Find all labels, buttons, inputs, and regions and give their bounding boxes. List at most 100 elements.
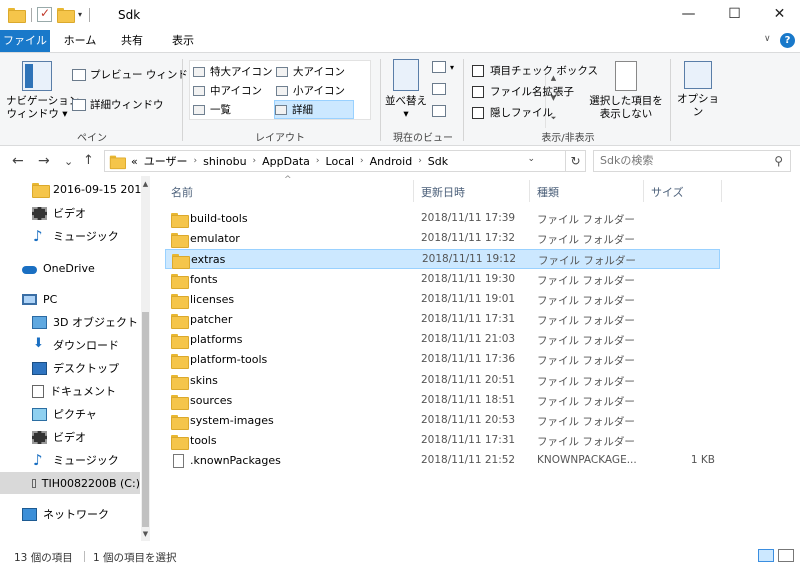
details-pane-button[interactable]: 詳細ウィンドウ	[72, 97, 164, 112]
breadcrumb-separator[interactable]: ›	[360, 156, 364, 166]
sidebar-item-drive-c[interactable]: TIH0082200B (C:)	[0, 472, 140, 494]
large-icons-view-toggle-icon[interactable]	[778, 549, 794, 562]
hide-selected-button[interactable]: 選択した項目を 表示しない	[588, 61, 664, 121]
breadcrumb-local[interactable]: Local	[326, 155, 355, 168]
file-extensions-toggle[interactable]: ファイル名拡張子	[472, 84, 574, 99]
breadcrumb-users[interactable]: ユーザー	[144, 153, 188, 169]
size-columns-button[interactable]	[432, 105, 450, 117]
properties-icon[interactable]	[37, 6, 52, 22]
file-row[interactable]: system-images 2018/11/11 20:53 ファイル フォルダー	[165, 411, 720, 431]
column-divider[interactable]	[721, 180, 722, 202]
file-extensions-checkbox[interactable]	[472, 85, 484, 98]
file-row[interactable]: tools 2018/11/11 17:31 ファイル フォルダー	[165, 431, 720, 451]
breadcrumb-sdk[interactable]: Sdk	[428, 155, 448, 168]
breadcrumb-appdata[interactable]: AppData	[262, 155, 310, 168]
layout-medium-icons[interactable]: 中アイコン	[193, 82, 273, 99]
column-divider[interactable]	[529, 180, 530, 202]
maximize-button[interactable]: ☐	[712, 0, 757, 28]
file-row[interactable]: fonts 2018/11/11 19:30 ファイル フォルダー	[165, 270, 720, 290]
sidebar-item-music[interactable]: ミュージック	[0, 225, 140, 247]
back-button[interactable]: ←	[12, 153, 24, 169]
file-row[interactable]: licenses 2018/11/11 19:01 ファイル フォルダー	[165, 290, 720, 310]
column-header-type[interactable]: 種類	[537, 184, 559, 200]
file-row[interactable]: sources 2018/11/11 18:51 ファイル フォルダー	[165, 391, 720, 411]
file-type: ファイル フォルダー	[537, 355, 635, 368]
scroll-up-arrow[interactable]: ▲	[141, 180, 150, 188]
sidebar-item-pc[interactable]: PC	[0, 288, 140, 310]
column-divider[interactable]	[413, 180, 414, 202]
collapse-ribbon-icon[interactable]: ∨	[764, 34, 771, 44]
group-by-button[interactable]: ▾	[432, 61, 454, 73]
sidebar-item-music-pc[interactable]: ミュージック	[0, 449, 140, 471]
file-row[interactable]: extras 2018/11/11 19:12 ファイル フォルダー	[165, 249, 720, 270]
tab-home[interactable]: ホーム	[56, 30, 104, 52]
hidden-items-checkbox[interactable]	[472, 106, 484, 119]
hidden-items-toggle[interactable]: 隠しファイル	[472, 105, 553, 120]
sidebar-item-videos-pc[interactable]: ビデオ	[0, 426, 140, 448]
layout-small-icons[interactable]: 小アイコン	[276, 82, 356, 99]
search-input[interactable]: Sdkの検索 ⚲	[593, 150, 791, 172]
add-columns-button[interactable]	[432, 83, 450, 95]
file-row[interactable]: emulator 2018/11/11 17:32 ファイル フォルダー	[165, 229, 720, 249]
sidebar-item-3d-objects[interactable]: 3D オブジェクト	[0, 311, 140, 333]
breadcrumb-shinobu[interactable]: shinobu	[203, 155, 246, 168]
up-button[interactable]: ↑	[83, 153, 94, 168]
folder-icon[interactable]	[8, 8, 26, 23]
sidebar-scrollbar-thumb[interactable]	[142, 312, 149, 527]
sidebar-item-label: OneDrive	[43, 261, 95, 275]
breadcrumb-separator[interactable]: ›	[253, 156, 257, 166]
file-row[interactable]: build-tools 2018/11/11 17:39 ファイル フォルダー	[165, 209, 720, 229]
file-row[interactable]: platform-tools 2018/11/11 17:36 ファイル フォルダー	[165, 350, 720, 370]
breadcrumb-separator[interactable]: ›	[194, 156, 198, 166]
sort-by-button[interactable]: 並べ替え ▾	[384, 59, 428, 121]
status-bar: 13 個の項目 1 個の項目を選択	[0, 543, 800, 567]
file-row[interactable]: platforms 2018/11/11 21:03 ファイル フォルダー	[165, 330, 720, 350]
magnifier-icon[interactable]: ⚲	[774, 151, 783, 171]
refresh-button[interactable]: ↻	[566, 150, 586, 172]
address-bar[interactable]: « ユーザー › shinobu › AppData › Local › And…	[104, 150, 566, 172]
new-folder-icon[interactable]	[57, 8, 75, 23]
tab-view[interactable]: 表示	[161, 30, 205, 52]
sidebar-item-downloads[interactable]: ダウンロード	[0, 334, 140, 356]
item-checkboxes-toggle[interactable]: 項目チェック ボックス	[472, 63, 598, 78]
column-header-date[interactable]: 更新日時	[421, 184, 465, 200]
file-row[interactable]: skins 2018/11/11 20:51 ファイル フォルダー	[165, 371, 720, 391]
sidebar-item-2016-09-15[interactable]: 2016-09-15 2016	[0, 178, 148, 200]
file-type: ファイル フォルダー	[537, 395, 635, 408]
tab-file[interactable]: ファイル	[0, 30, 50, 52]
customize-toolbar-dropdown[interactable]: ▾	[78, 10, 82, 19]
sidebar-item-network[interactable]: ネットワーク	[0, 503, 140, 525]
recent-locations-dropdown[interactable]: ⌄	[64, 155, 73, 168]
breadcrumb-separator[interactable]: ›	[418, 156, 422, 166]
help-icon[interactable]: ?	[780, 33, 795, 48]
file-row[interactable]: patcher 2018/11/11 17:31 ファイル フォルダー	[165, 310, 720, 330]
column-header-size[interactable]: サイズ	[651, 184, 684, 200]
scroll-down-arrow[interactable]: ▼	[141, 530, 150, 538]
sidebar-item-videos[interactable]: ビデオ	[0, 202, 140, 224]
navigation-pane-button[interactable]: ナビゲーション ウィンドウ ▾	[6, 61, 79, 121]
breadcrumb-separator[interactable]: ›	[316, 156, 320, 166]
minimize-button[interactable]: —	[666, 0, 711, 28]
sidebar-item-documents[interactable]: ドキュメント	[0, 380, 140, 402]
column-divider[interactable]	[643, 180, 644, 202]
layout-list[interactable]: 一覧	[193, 101, 273, 118]
forward-button[interactable]: →	[38, 153, 50, 169]
sidebar-item-desktop[interactable]: デスクトップ	[0, 357, 140, 379]
tab-share[interactable]: 共有	[110, 30, 154, 52]
layout-large-icons[interactable]: 大アイコン	[276, 63, 356, 80]
file-row[interactable]: .knownPackages 2018/11/11 21:52 KNOWNPACKA…	[165, 451, 720, 471]
layout-extra-large-icons[interactable]: 特大アイコン	[193, 63, 273, 80]
options-button[interactable]: オプション	[674, 61, 722, 119]
details-view-toggle-icon[interactable]	[758, 549, 774, 562]
window-title: Sdk	[118, 8, 141, 22]
address-history-dropdown[interactable]: ⌄	[527, 154, 535, 164]
breadcrumb-android[interactable]: Android	[370, 155, 413, 168]
item-checkboxes-checkbox[interactable]	[472, 64, 484, 77]
sidebar-item-onedrive[interactable]: OneDrive	[0, 257, 140, 279]
sidebar-item-pictures[interactable]: ピクチャ	[0, 403, 140, 425]
column-header-name[interactable]: 名前	[171, 184, 193, 200]
preview-pane-button[interactable]: プレビュー ウィンドウ	[72, 67, 198, 82]
breadcrumb-overflow[interactable]: «	[131, 155, 138, 168]
layout-details[interactable]: 詳細	[274, 100, 354, 119]
close-button[interactable]: ✕	[757, 0, 800, 28]
